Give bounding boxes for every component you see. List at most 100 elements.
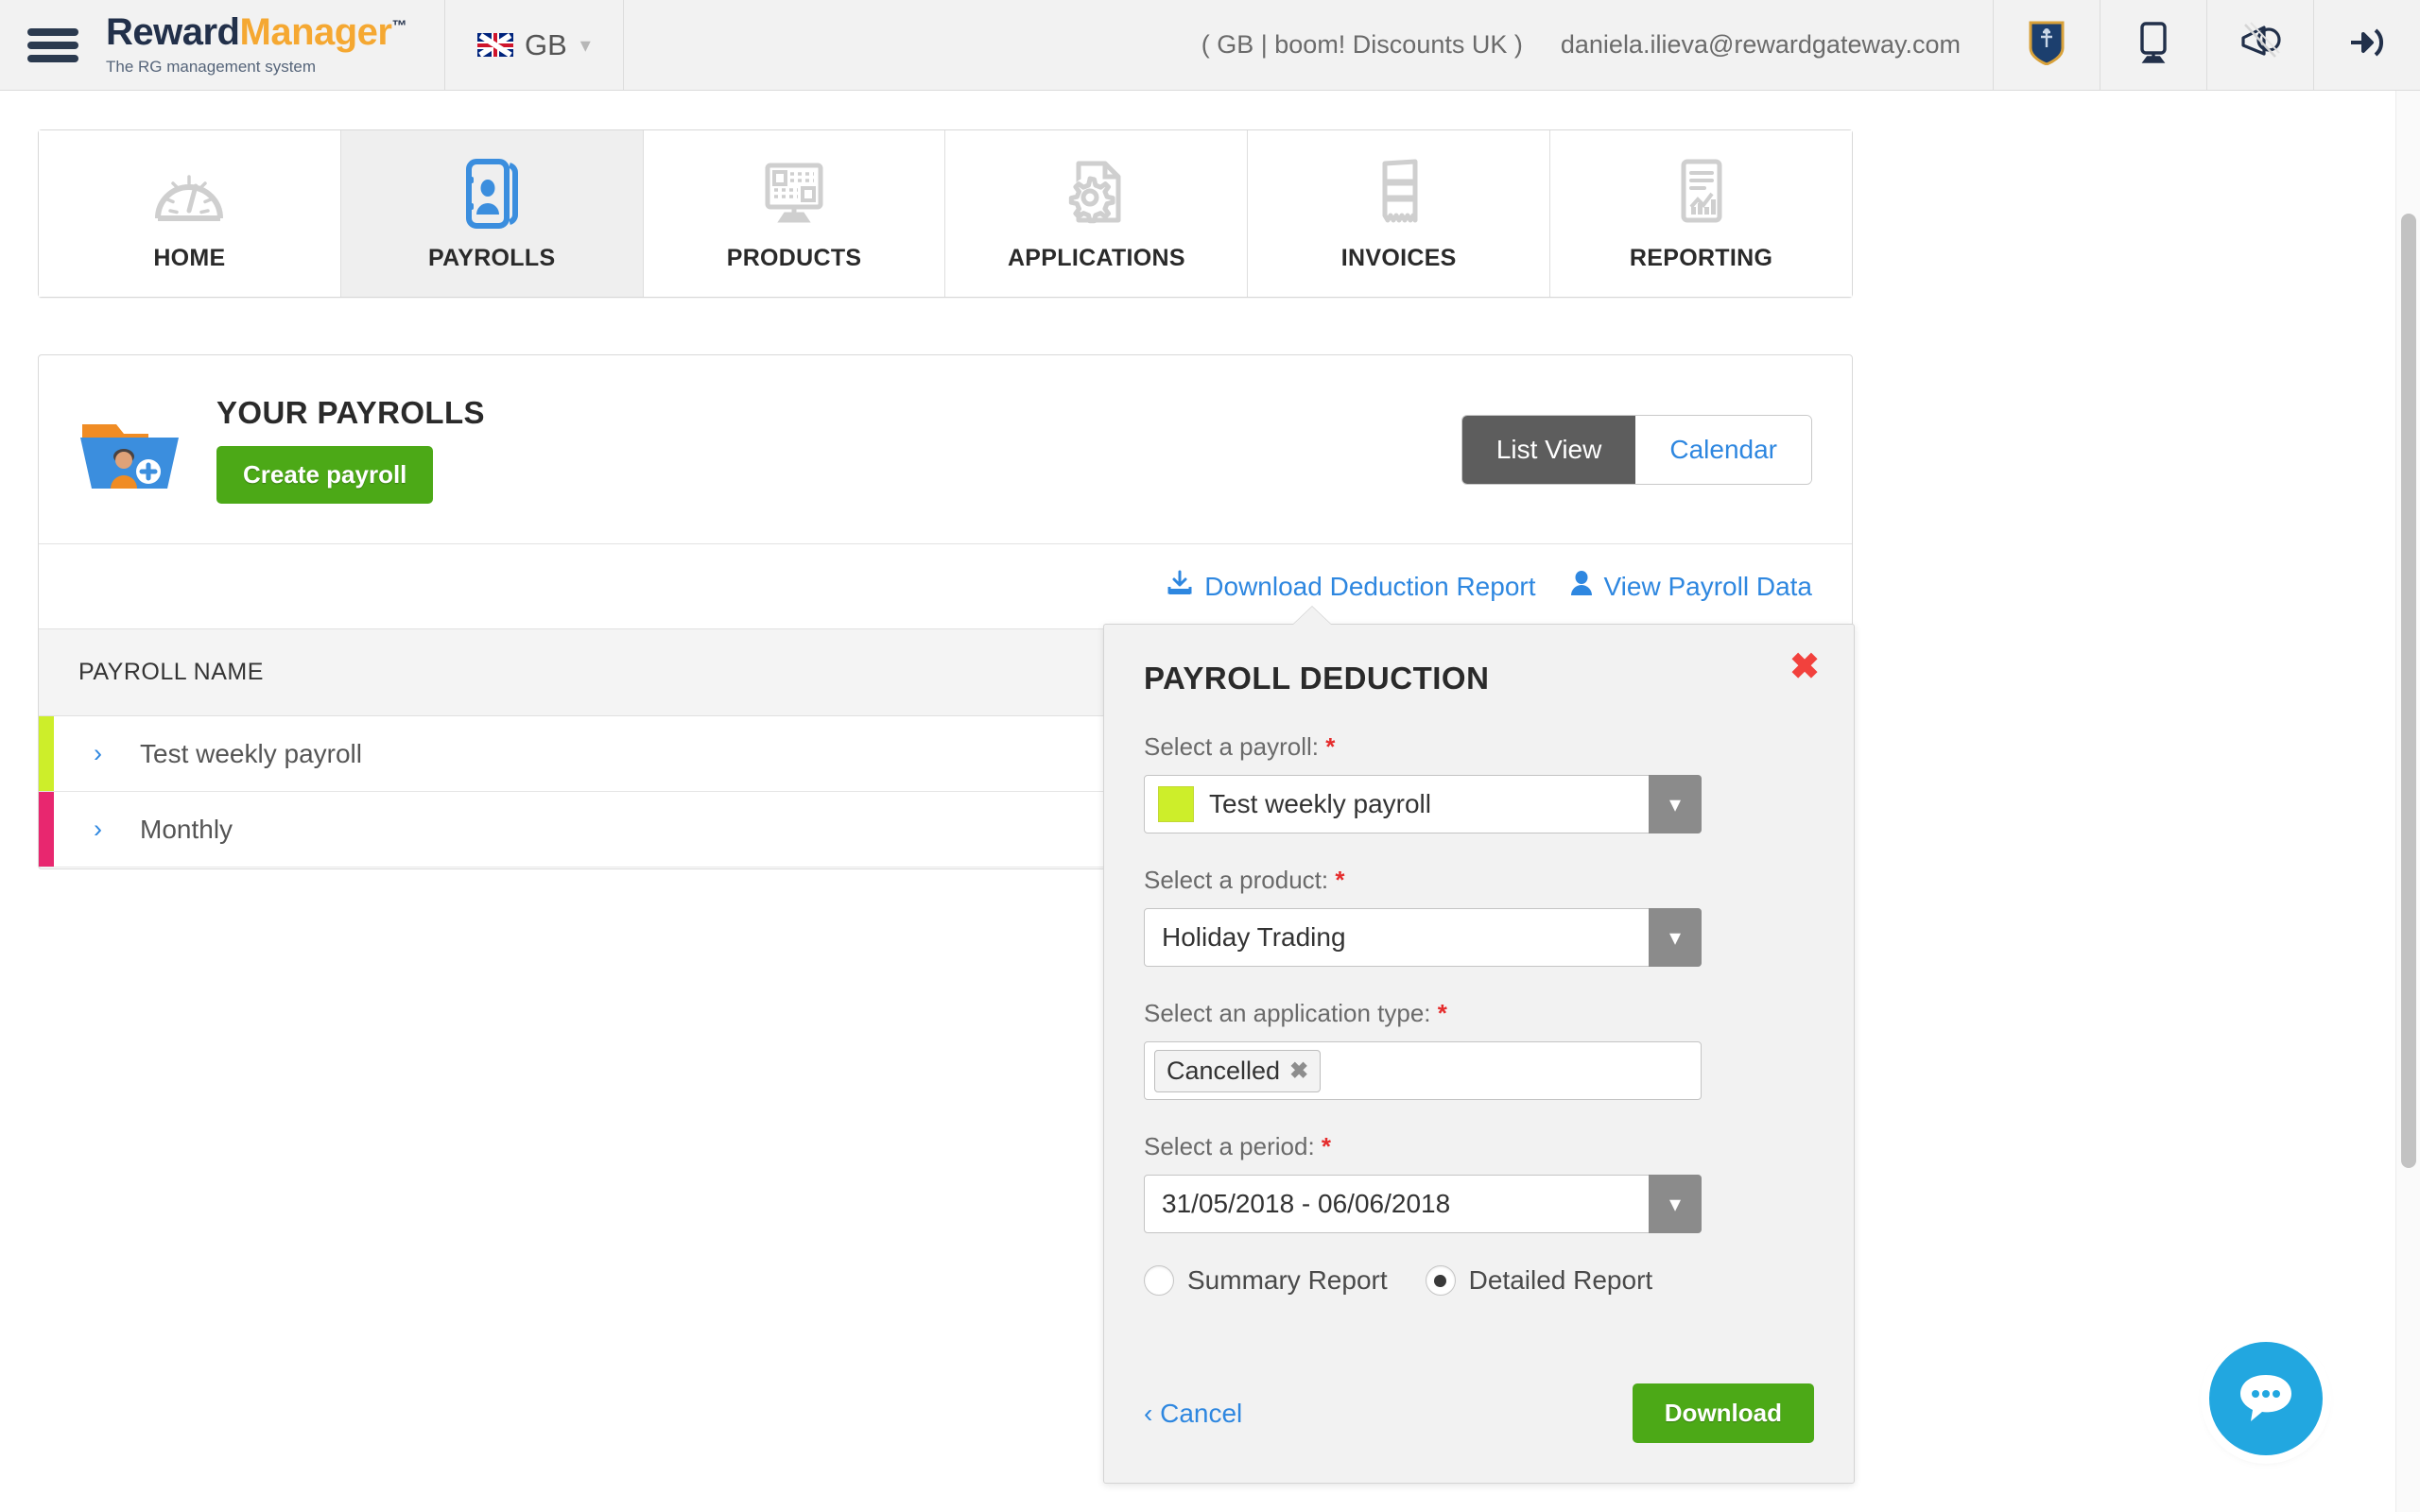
select-product-label-text: Select a product: — [1144, 866, 1329, 894]
report-chart-icon — [1663, 156, 1740, 232]
nav-tab-home-label: HOME — [153, 244, 226, 271]
payroll-color-swatch — [1158, 786, 1194, 822]
chevron-down-icon[interactable]: ▾ — [1649, 1175, 1702, 1233]
application-type-multiselect[interactable]: Cancelled ✖ — [1144, 1041, 1702, 1100]
account-info: ( GB | boom! Discounts UK ) daniela.ilie… — [1201, 0, 1993, 90]
person-icon — [1570, 570, 1593, 603]
cancel-link[interactable]: ‹ Cancel — [1144, 1399, 1242, 1429]
summary-report-option[interactable]: Summary Report — [1144, 1265, 1388, 1296]
select-product-label: Select a product: * — [1144, 866, 1814, 895]
nav-tab-payrolls-label: PAYROLLS — [428, 244, 556, 271]
locale-label: GB — [525, 27, 567, 61]
nav-tab-invoices[interactable]: INVOICES — [1248, 130, 1551, 297]
chevron-down-icon[interactable]: ▾ — [1649, 908, 1702, 967]
payroll-name-cell: Monthly — [140, 814, 233, 844]
nav-tab-payrolls[interactable]: PAYROLLS — [340, 130, 644, 297]
select-payroll-dropdown[interactable]: Test weekly payroll ▾ — [1144, 775, 1702, 833]
nav-tab-products-label: PRODUCTS — [726, 244, 862, 271]
required-asterisk: * — [1325, 732, 1336, 761]
required-asterisk: * — [1335, 866, 1345, 894]
chat-bubble-icon — [2237, 1369, 2295, 1429]
view-payroll-data-link[interactable]: View Payroll Data — [1570, 570, 1812, 603]
select-product-dropdown[interactable]: Holiday Trading ▾ — [1144, 908, 1702, 967]
brand-logo[interactable]: RewardManager™ The RG management system — [106, 0, 444, 90]
brand-trademark: ™ — [391, 18, 407, 35]
expand-chevron-icon[interactable]: › — [94, 739, 102, 768]
monitor-icon — [2135, 21, 2172, 69]
nav-tab-reporting[interactable]: REPORTING — [1550, 130, 1852, 297]
select-application-type-label-text: Select an application type: — [1144, 999, 1431, 1027]
context-label: ( GB | boom! Discounts UK ) — [1201, 30, 1523, 59]
radio-checked-icon[interactable] — [1425, 1265, 1456, 1296]
application-type-tag: Cancelled ✖ — [1154, 1049, 1322, 1092]
select-product-value: Holiday Trading — [1162, 922, 1346, 952]
top-header-bar: RewardManager™ The RG management system … — [0, 0, 2420, 91]
expand-chevron-icon[interactable]: › — [94, 815, 102, 844]
payroll-deduction-dialog: ✖ PAYROLL DEDUCTION Select a payroll: * … — [1103, 607, 1855, 1484]
row-color-indicator — [39, 716, 54, 791]
required-asterisk: * — [1437, 999, 1447, 1027]
chevron-down-icon: ▾ — [579, 32, 591, 57]
megaphone-icon — [2238, 21, 2283, 69]
nav-tab-applications[interactable]: APPLICATIONS — [945, 130, 1249, 297]
brand-word-manager: Manager — [239, 11, 393, 53]
column-header-payroll-name: PAYROLL NAME — [78, 659, 264, 685]
view-toggle-group: List View Calendar — [1461, 414, 1812, 485]
select-period-label-text: Select a period: — [1144, 1132, 1315, 1160]
id-card-icon — [453, 156, 530, 232]
nav-tab-reporting-label: REPORTING — [1629, 244, 1773, 271]
hamburger-menu-button[interactable] — [0, 0, 106, 90]
calendar-view-button[interactable]: Calendar — [1635, 415, 1811, 484]
nav-tab-home[interactable]: HOME — [39, 130, 341, 297]
application-type-tag-label: Cancelled — [1167, 1056, 1281, 1085]
download-deduction-report-label: Download Deduction Report — [1204, 571, 1536, 601]
chat-widget-button[interactable] — [2209, 1342, 2323, 1455]
speedometer-icon — [150, 156, 228, 232]
create-payroll-button[interactable]: Create payroll — [216, 446, 434, 504]
announcements-button[interactable] — [2207, 0, 2313, 90]
payrolls-card-header: YOUR PAYROLLS Create payroll List View C… — [39, 355, 1852, 544]
hamburger-icon — [27, 27, 78, 62]
dialog-title: PAYROLL DEDUCTION — [1144, 661, 1490, 696]
main-navigation-tabs: HOME PAYROLLS PRODUCTS APPLICATIONS INVO… — [38, 129, 1853, 298]
folder-user-icon — [78, 409, 181, 490]
nav-tab-invoices-label: INVOICES — [1340, 244, 1457, 271]
report-type-radio-group: Summary Report Detailed Report — [1144, 1265, 1814, 1296]
download-deduction-report-link[interactable]: Download Deduction Report — [1167, 570, 1536, 603]
select-payroll-value: Test weekly payroll — [1209, 789, 1431, 818]
logout-icon — [2347, 23, 2387, 67]
user-email[interactable]: daniela.ilieva@rewardgateway.com — [1561, 30, 1961, 60]
select-payroll-label: Select a payroll: * — [1144, 732, 1814, 762]
download-button[interactable]: Download — [1632, 1383, 1814, 1443]
monitor-button[interactable] — [2100, 0, 2206, 90]
detailed-report-option[interactable]: Detailed Report — [1425, 1265, 1653, 1296]
uk-flag-icon — [477, 33, 513, 57]
receipt-icon — [1360, 156, 1438, 232]
summary-report-label: Summary Report — [1187, 1265, 1388, 1295]
nav-tab-products[interactable]: PRODUCTS — [643, 130, 946, 297]
vertical-scrollbar-track[interactable] — [2395, 91, 2420, 1512]
select-period-value: 31/05/2018 - 06/06/2018 — [1162, 1189, 1451, 1218]
shield-icon — [2028, 20, 2066, 70]
logout-button[interactable] — [2314, 0, 2420, 90]
vertical-scrollbar-thumb[interactable] — [2401, 214, 2416, 1168]
chevron-down-icon[interactable]: ▾ — [1649, 775, 1702, 833]
select-application-type-label: Select an application type: * — [1144, 999, 1814, 1028]
select-period-label: Select a period: * — [1144, 1132, 1814, 1161]
radio-unchecked-icon[interactable] — [1144, 1265, 1174, 1296]
select-period-dropdown[interactable]: 31/05/2018 - 06/06/2018 ▾ — [1144, 1175, 1702, 1233]
row-color-indicator — [39, 792, 54, 867]
remove-tag-icon[interactable]: ✖ — [1289, 1057, 1308, 1085]
close-icon[interactable]: ✖ — [1789, 649, 1820, 685]
shield-button[interactable] — [1994, 0, 2100, 90]
header-spacer — [624, 0, 1201, 90]
payrolls-title-block: YOUR PAYROLLS Create payroll — [216, 395, 485, 504]
brand-word-reward: Reward — [106, 11, 240, 53]
download-icon — [1167, 570, 1193, 603]
cancel-label: Cancel — [1160, 1398, 1243, 1428]
detailed-report-label: Detailed Report — [1468, 1265, 1653, 1295]
monitor-grid-icon — [755, 156, 833, 232]
locale-selector[interactable]: GB ▾ — [445, 0, 623, 90]
view-payroll-data-label: View Payroll Data — [1603, 571, 1812, 601]
list-view-button[interactable]: List View — [1461, 415, 1636, 484]
